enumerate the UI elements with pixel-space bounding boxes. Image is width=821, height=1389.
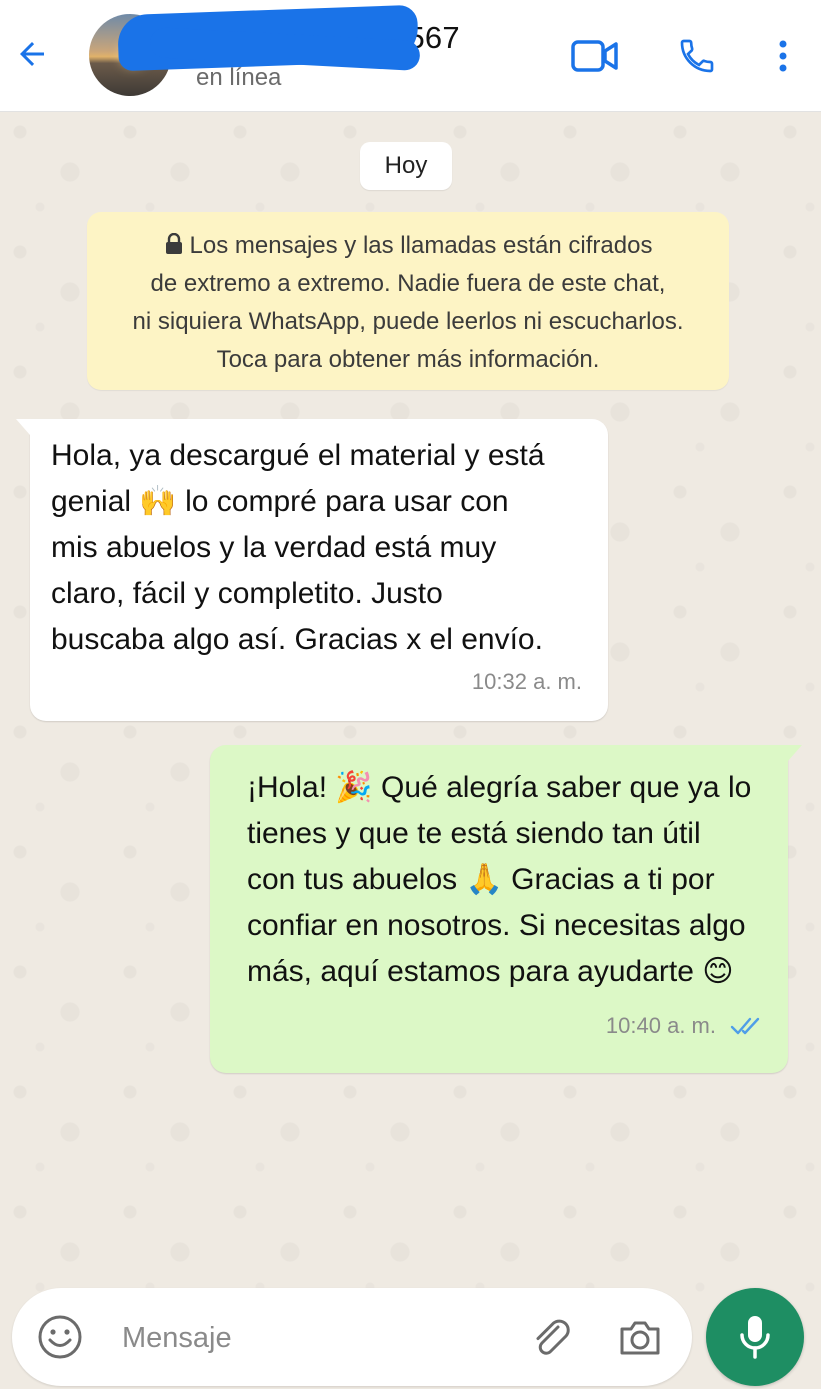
attach-icon — [536, 1319, 570, 1355]
voice-message-button[interactable] — [706, 1288, 804, 1386]
message-input[interactable] — [120, 1314, 504, 1362]
camera-button[interactable] — [616, 1315, 664, 1361]
message-text-line: tienes y que te está siendo tan útil — [247, 817, 701, 850]
lock-icon — [165, 233, 182, 254]
message-timestamp: 10:40 a. m. — [605, 1013, 716, 1038]
back-arrow-icon — [20, 42, 44, 66]
emoji-button[interactable] — [36, 1313, 84, 1361]
contact-status: en línea — [196, 64, 282, 91]
message-text-line: claro, fácil y completito. Justo — [51, 577, 443, 610]
message-text-line: ¡Hola! 🎉 Qué alegría saber que ya lo — [247, 771, 752, 804]
message-text-line: buscaba algo así. Gracias x el envío. — [51, 623, 543, 656]
message-text-line: con tus abuelos 🙏 Gracias a ti por — [247, 863, 715, 896]
phone-icon — [680, 39, 714, 73]
message-text-line: más, aquí estamos para ayudarte 😊 — [247, 955, 734, 988]
mic-icon — [740, 1316, 770, 1359]
outgoing-message[interactable]: ¡Hola! 🎉 Qué alegría saber que ya lo tie… — [210, 745, 802, 1073]
emoji-icon — [38, 1315, 82, 1359]
camera-icon — [620, 1321, 660, 1355]
encryption-notice[interactable]: Los mensajes y las llamadas están cifrad… — [87, 212, 729, 390]
encryption-notice-line: de extremo a extremo. Nadie fuera de est… — [150, 270, 666, 297]
more-vertical-icon — [779, 40, 787, 72]
date-divider: Hoy — [360, 142, 452, 190]
message-text-line: mis abuelos y la verdad está muy — [51, 531, 497, 564]
chat-header: 4567 en línea — [0, 0, 821, 112]
read-ticks-icon — [730, 1017, 760, 1035]
video-call-button[interactable] — [570, 34, 620, 78]
voice-call-button[interactable] — [672, 34, 722, 78]
message-text-line: genial 🙌 lo compré para usar con — [51, 485, 509, 518]
video-call-icon — [571, 40, 618, 72]
encryption-notice-line: Los mensajes y las llamadas están cifrad… — [87, 227, 729, 265]
encryption-notice-line: ni siquiera WhatsApp, puede leerlos ni e… — [132, 308, 684, 335]
more-options-button[interactable] — [758, 34, 808, 78]
message-text-line: Hola, ya descargué el material y está — [51, 439, 545, 472]
message-meta: 10:40 a. m. — [606, 1003, 764, 1049]
message-composer — [12, 1288, 692, 1386]
attach-button[interactable] — [528, 1315, 574, 1361]
incoming-message[interactable]: Hola, ya descargué el material y está ge… — [16, 419, 608, 721]
back-button[interactable] — [8, 30, 56, 78]
encryption-notice-line: Toca para obtener más información. — [216, 346, 600, 373]
message-text-line: confiar en nosotros. Si necesitas algo — [247, 909, 746, 942]
message-timestamp: 10:32 a. m. — [471, 669, 582, 694]
